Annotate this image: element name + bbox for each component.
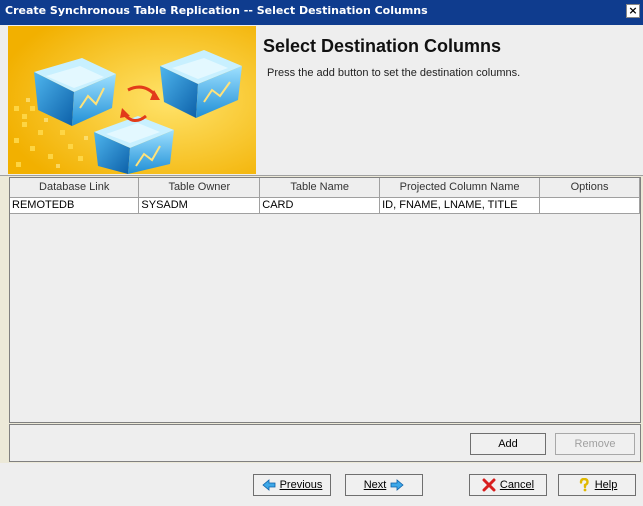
replication-illustration xyxy=(8,26,256,174)
table-header-row: Database Link Table Owner Table Name Pro… xyxy=(10,178,640,198)
column-header-table-name[interactable]: Table Name xyxy=(259,178,381,198)
wizard-banner-image xyxy=(8,26,256,174)
previous-button-label: Previous xyxy=(279,479,323,491)
column-header-table-owner[interactable]: Table Owner xyxy=(138,178,261,198)
previous-button[interactable]: Previous xyxy=(253,474,331,496)
cell-database-link[interactable]: REMOTEDB xyxy=(10,197,140,214)
next-button[interactable]: Next xyxy=(345,474,423,496)
red-x-icon xyxy=(482,478,496,492)
help-button-label: Help xyxy=(594,479,618,491)
cell-options[interactable] xyxy=(539,197,640,214)
add-button[interactable]: Add xyxy=(470,433,546,455)
wizard-navigation-bar: Previous Next Cancel Help xyxy=(0,463,643,506)
wizard-header: Select Destination Columns Press the add… xyxy=(0,25,643,176)
remove-button-label: Remove xyxy=(574,438,616,450)
column-header-projected-column-name[interactable]: Projected Column Name xyxy=(379,178,541,198)
table-action-bar: Add Remove xyxy=(9,424,641,462)
column-header-options[interactable]: Options xyxy=(539,178,640,198)
page-title: Select Destination Columns xyxy=(263,36,502,56)
cell-projected-column-name[interactable]: ID, FNAME, LNAME, TITLE xyxy=(379,197,541,214)
help-button[interactable]: Help xyxy=(558,474,636,496)
arrow-left-icon xyxy=(261,479,275,491)
cancel-button-label: Cancel xyxy=(499,479,535,491)
title-bar: Create Synchronous Table Replication -- … xyxy=(0,0,643,25)
question-icon xyxy=(579,478,589,492)
destination-columns-table: Database Link Table Owner Table Name Pro… xyxy=(10,178,640,214)
arrow-right-icon xyxy=(390,479,404,491)
cell-table-name[interactable]: CARD xyxy=(259,197,381,214)
cell-table-owner[interactable]: SYSADM xyxy=(138,197,261,214)
table-row[interactable]: REMOTEDB SYSADM CARD ID, FNAME, LNAME, T… xyxy=(10,197,640,214)
remove-button[interactable]: Remove xyxy=(555,433,635,455)
page-description: Press the add button to set the destinat… xyxy=(267,67,521,79)
column-header-database-link[interactable]: Database Link xyxy=(10,178,140,198)
cancel-button[interactable]: Cancel xyxy=(469,474,547,496)
close-button[interactable]: × xyxy=(626,4,640,18)
add-button-label: Add xyxy=(498,438,518,450)
window-title: Create Synchronous Table Replication -- … xyxy=(5,4,428,17)
destination-columns-table-panel: Database Link Table Owner Table Name Pro… xyxy=(9,177,641,423)
next-button-label: Next xyxy=(363,479,387,491)
